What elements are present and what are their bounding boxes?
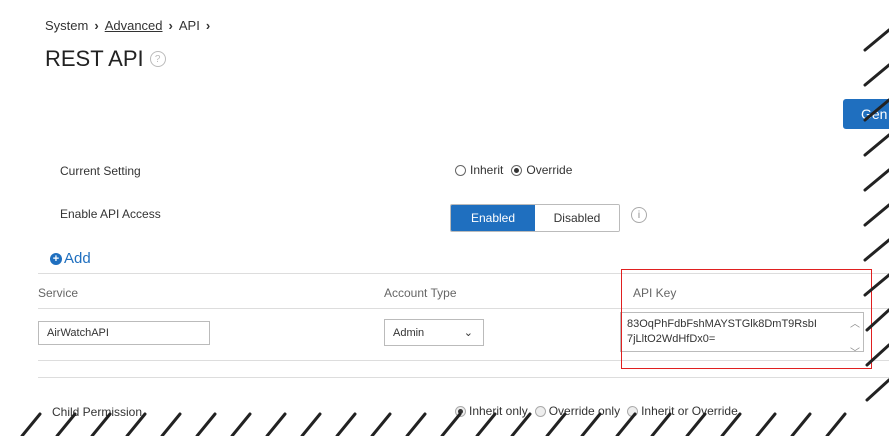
override-radio-label: Override xyxy=(526,163,573,177)
current-setting-label: Current Setting xyxy=(60,164,141,178)
help-icon[interactable]: ? xyxy=(149,51,166,67)
breadcrumb-api[interactable]: API xyxy=(179,18,200,33)
service-name-value: AirWatchAPI xyxy=(47,327,109,339)
generate-button[interactable]: Gen xyxy=(843,99,889,129)
account-type-value: Admin xyxy=(393,326,425,339)
column-header-account-type: Account Type xyxy=(384,286,457,300)
page-title: REST API xyxy=(45,46,144,71)
info-icon[interactable]: i xyxy=(631,207,647,223)
section-divider xyxy=(38,377,889,378)
api-access-toggle: Enabled Disabled xyxy=(450,204,620,232)
column-header-service: Service xyxy=(38,286,79,300)
override-only-radio[interactable] xyxy=(534,405,546,417)
inherit-radio-label: Inherit xyxy=(470,163,504,177)
enabled-button[interactable]: Enabled xyxy=(451,205,535,231)
child-permission-radio-group: Inherit only Override only Inherit or Ov… xyxy=(455,404,738,418)
highlight-box xyxy=(621,269,872,369)
enable-api-access-label: Enable API Access xyxy=(60,207,161,221)
current-setting-radio-group: Inherit Override xyxy=(455,163,572,177)
inherit-or-override-radio[interactable] xyxy=(627,405,639,417)
chevron-right-icon: › xyxy=(168,18,173,33)
plus-circle-icon: + xyxy=(50,252,62,265)
disabled-button[interactable]: Disabled xyxy=(535,205,619,231)
breadcrumb-advanced[interactable]: Advanced xyxy=(105,18,163,33)
account-type-select[interactable]: Admin ⌄ xyxy=(384,319,484,346)
add-button[interactable]: + Add xyxy=(50,250,91,267)
page-title-row: REST API ? xyxy=(45,46,166,72)
override-radio[interactable] xyxy=(511,164,523,176)
inherit-or-override-label: Inherit or Override xyxy=(641,404,738,418)
inherit-only-label: Inherit only xyxy=(469,404,528,418)
chevron-right-icon: › xyxy=(94,18,99,33)
chevron-down-icon: ⌄ xyxy=(463,327,473,339)
breadcrumb-system[interactable]: System xyxy=(45,18,88,33)
override-only-label: Override only xyxy=(548,404,621,418)
child-permission-label: Child Permission xyxy=(52,405,143,419)
add-button-label: Add xyxy=(64,250,91,267)
inherit-radio[interactable] xyxy=(455,164,466,176)
breadcrumb: System › Advanced › API › xyxy=(45,18,210,33)
chevron-right-icon: › xyxy=(205,18,211,33)
service-name-input[interactable]: AirWatchAPI xyxy=(38,321,210,345)
inherit-only-radio[interactable] xyxy=(455,405,466,417)
generate-button-label: Gen xyxy=(861,106,888,122)
